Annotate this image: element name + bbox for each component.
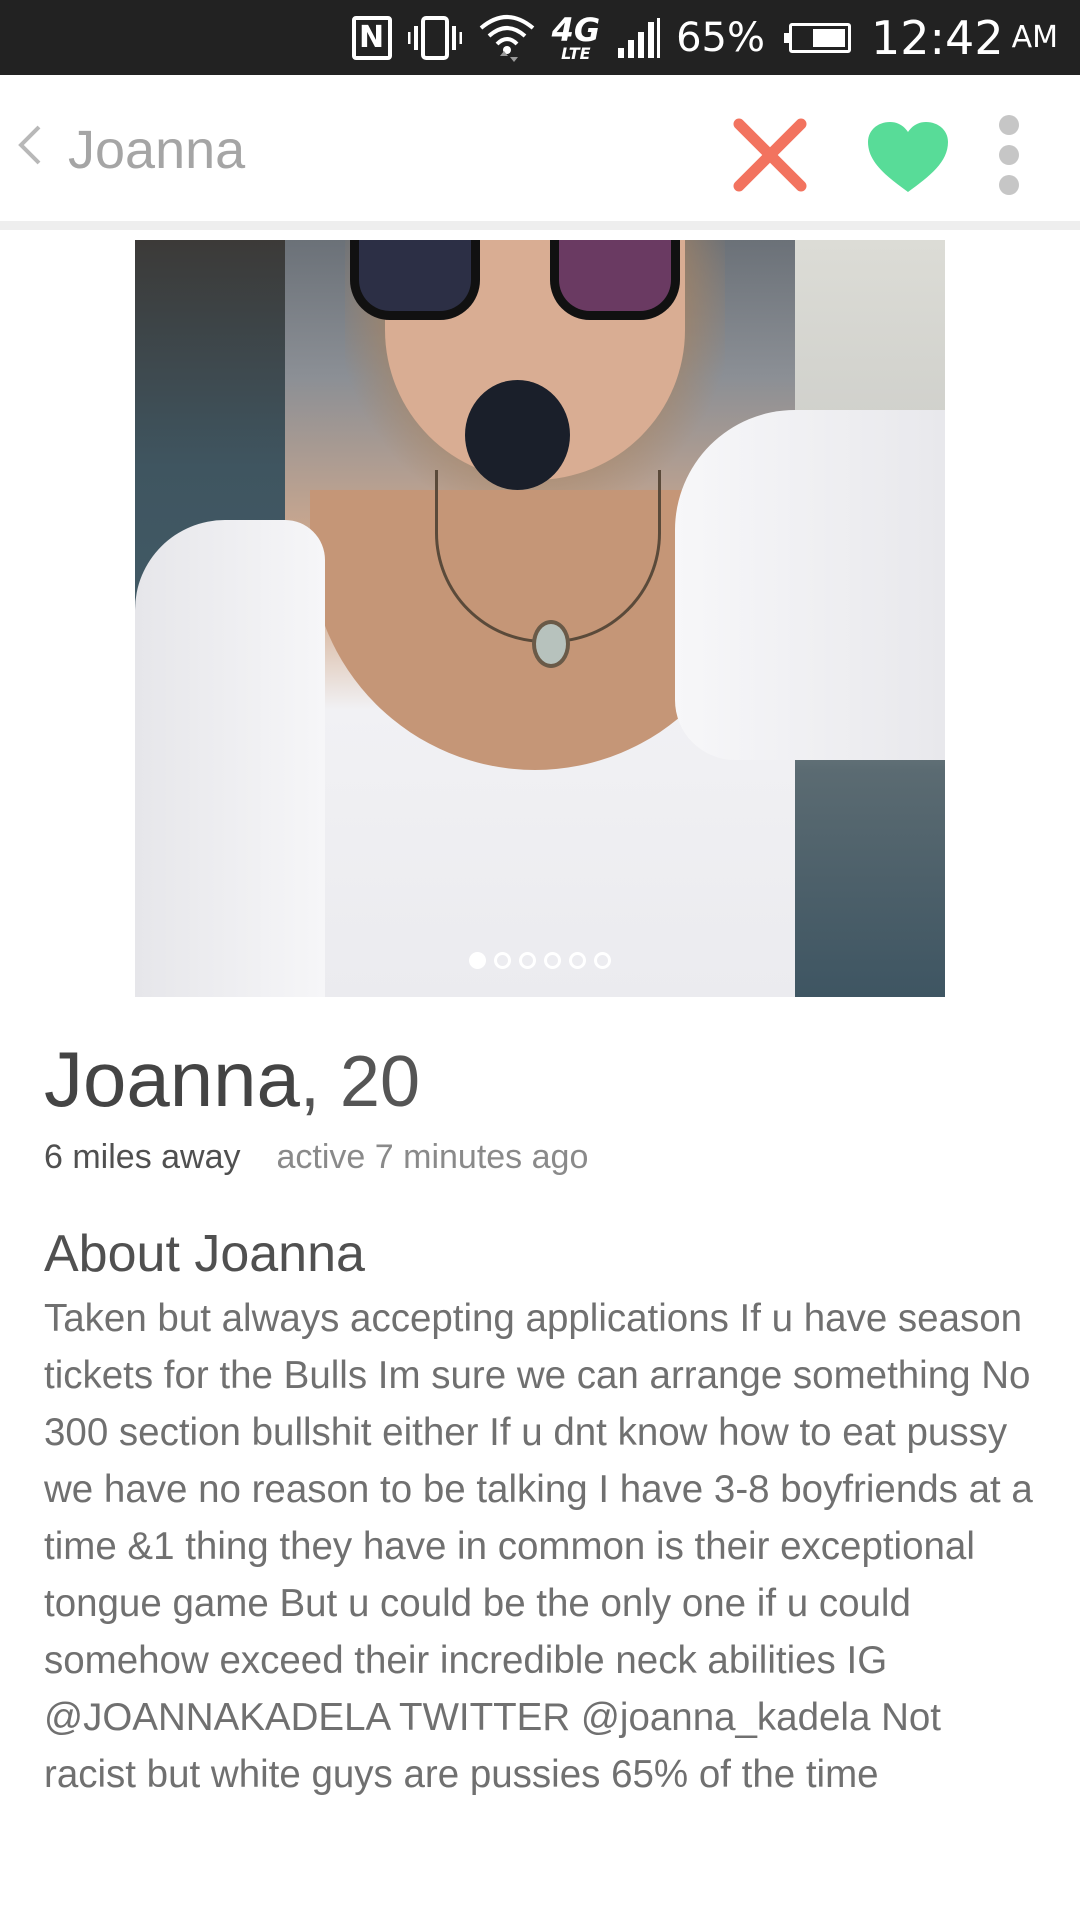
- carousel-dot[interactable]: [469, 952, 486, 969]
- carousel-dot[interactable]: [544, 952, 561, 969]
- carousel-dot[interactable]: [569, 952, 586, 969]
- battery-icon: [784, 22, 852, 53]
- clock-ampm: AM: [1011, 20, 1058, 55]
- app-header: Joanna: [0, 75, 1080, 230]
- network-type: 4G LTE: [552, 14, 601, 62]
- network-label: 4G: [551, 10, 601, 49]
- status-bar: N 4G LTE 65% 12:42 AM: [0, 0, 1080, 75]
- distance-text: 6 miles away: [44, 1138, 241, 1176]
- carousel-dot[interactable]: [494, 952, 511, 969]
- lte-label: LTE: [561, 43, 591, 63]
- wifi-icon: [478, 12, 536, 64]
- photo-carousel-indicator: [135, 952, 945, 969]
- close-icon: [733, 118, 807, 192]
- carousel-dot[interactable]: [519, 952, 536, 969]
- profile-meta: 6 miles away active 7 minutes ago: [44, 1140, 588, 1174]
- more-options-button[interactable]: [994, 115, 1024, 195]
- profile-name-row: Joanna , 20: [44, 1040, 420, 1118]
- profile-name: Joanna: [44, 1035, 300, 1123]
- like-button[interactable]: [862, 117, 954, 197]
- about-heading: About Joanna: [44, 1225, 365, 1283]
- heart-icon: [868, 122, 948, 192]
- battery-fill: [812, 28, 846, 47]
- battery-percent: 65%: [676, 14, 766, 61]
- more-vert-icon-dot: [999, 175, 1019, 195]
- signal-icon: [616, 17, 661, 58]
- profile-photo[interactable]: [135, 240, 945, 997]
- nope-button[interactable]: [728, 113, 812, 197]
- clock-time: 12:42: [871, 10, 1004, 65]
- clock: 12:42 AM: [871, 11, 1058, 65]
- carousel-dot[interactable]: [594, 952, 611, 969]
- bio-text: Taken but always accepting applications …: [44, 1297, 1033, 1796]
- page-title: Joanna: [68, 120, 246, 180]
- chevron-left-icon: [18, 125, 41, 165]
- vibrate-icon: [407, 14, 462, 62]
- more-vert-icon-dot: [999, 115, 1019, 135]
- last-active-text: active 7 minutes ago: [276, 1138, 589, 1176]
- profile-age: , 20: [299, 1042, 420, 1122]
- more-vert-icon-dot: [999, 145, 1019, 165]
- nfc-icon: N: [351, 15, 392, 60]
- back-button[interactable]: [10, 115, 50, 175]
